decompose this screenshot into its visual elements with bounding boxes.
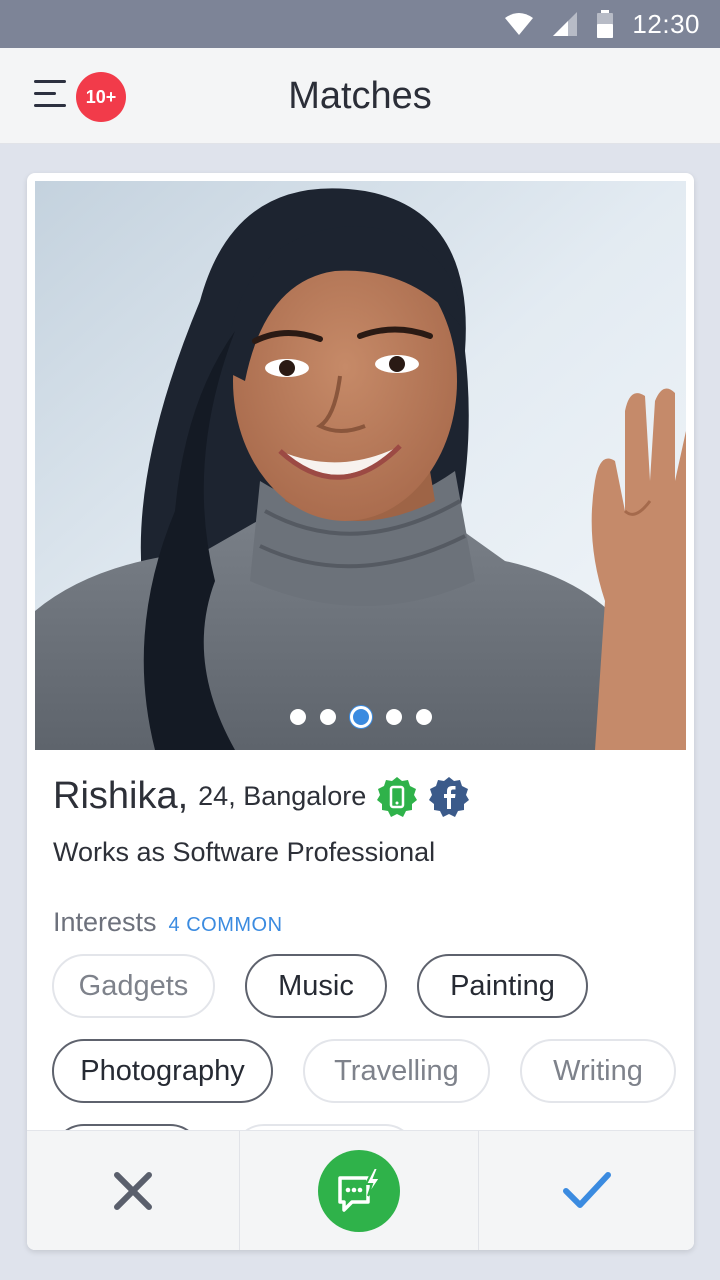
signal-icon	[553, 12, 578, 36]
profile-photo-image	[35, 181, 686, 750]
interest-chip-common[interactable]: Photography	[52, 1039, 273, 1103]
profile-job: Works as Software Professional	[53, 837, 436, 867]
action-bar	[27, 1130, 694, 1250]
phone-verified-icon	[377, 776, 418, 817]
match-card: Rishika, 24, Bangalore Works as Software…	[27, 173, 694, 1250]
pager-dot[interactable]	[319, 709, 336, 725]
chat-button-circle[interactable]	[318, 1150, 400, 1232]
interest-chip-common[interactable]: Painting	[417, 954, 588, 1018]
common-interests-count: 4 COMMON	[168, 914, 283, 936]
pager-dot[interactable]	[289, 709, 306, 725]
photo-pager[interactable]	[35, 706, 686, 728]
pager-dot[interactable]	[385, 709, 402, 725]
clock: 12:30	[632, 8, 700, 39]
reject-icon	[114, 1172, 152, 1210]
interests-header: Interests 4 COMMON	[53, 907, 283, 938]
notification-badge[interactable]: 10+	[76, 72, 126, 122]
status-bar: 12:30	[0, 0, 720, 48]
profile-age-city: 24, Bangalore	[198, 781, 367, 811]
interest-chip[interactable]: Travelling	[303, 1039, 490, 1103]
facebook-verified-icon	[429, 776, 470, 817]
chat-button[interactable]	[240, 1131, 479, 1250]
interest-chip-common[interactable]: Music	[245, 954, 387, 1018]
accept-button[interactable]	[479, 1131, 694, 1250]
menu-icon[interactable]	[34, 80, 66, 108]
interest-chip[interactable]: Writing	[520, 1039, 676, 1103]
pager-dot-active[interactable]	[349, 706, 372, 728]
wifi-icon	[505, 13, 534, 35]
profile-name-line: Rishika, 24, Bangalore	[53, 775, 470, 818]
pager-dot[interactable]	[415, 709, 432, 725]
profile-name: Rishika,	[53, 775, 189, 817]
app-header: Matches 10+	[0, 48, 720, 144]
reject-button[interactable]	[27, 1131, 240, 1250]
accept-icon	[562, 1172, 611, 1208]
interests-label: Interests	[53, 907, 157, 937]
status-icons: 12:30	[504, 0, 700, 48]
battery-icon	[597, 10, 614, 38]
chat-icon	[338, 1167, 382, 1212]
interest-chip[interactable]: Gadgets	[52, 954, 215, 1018]
profile-photo[interactable]	[35, 181, 686, 750]
